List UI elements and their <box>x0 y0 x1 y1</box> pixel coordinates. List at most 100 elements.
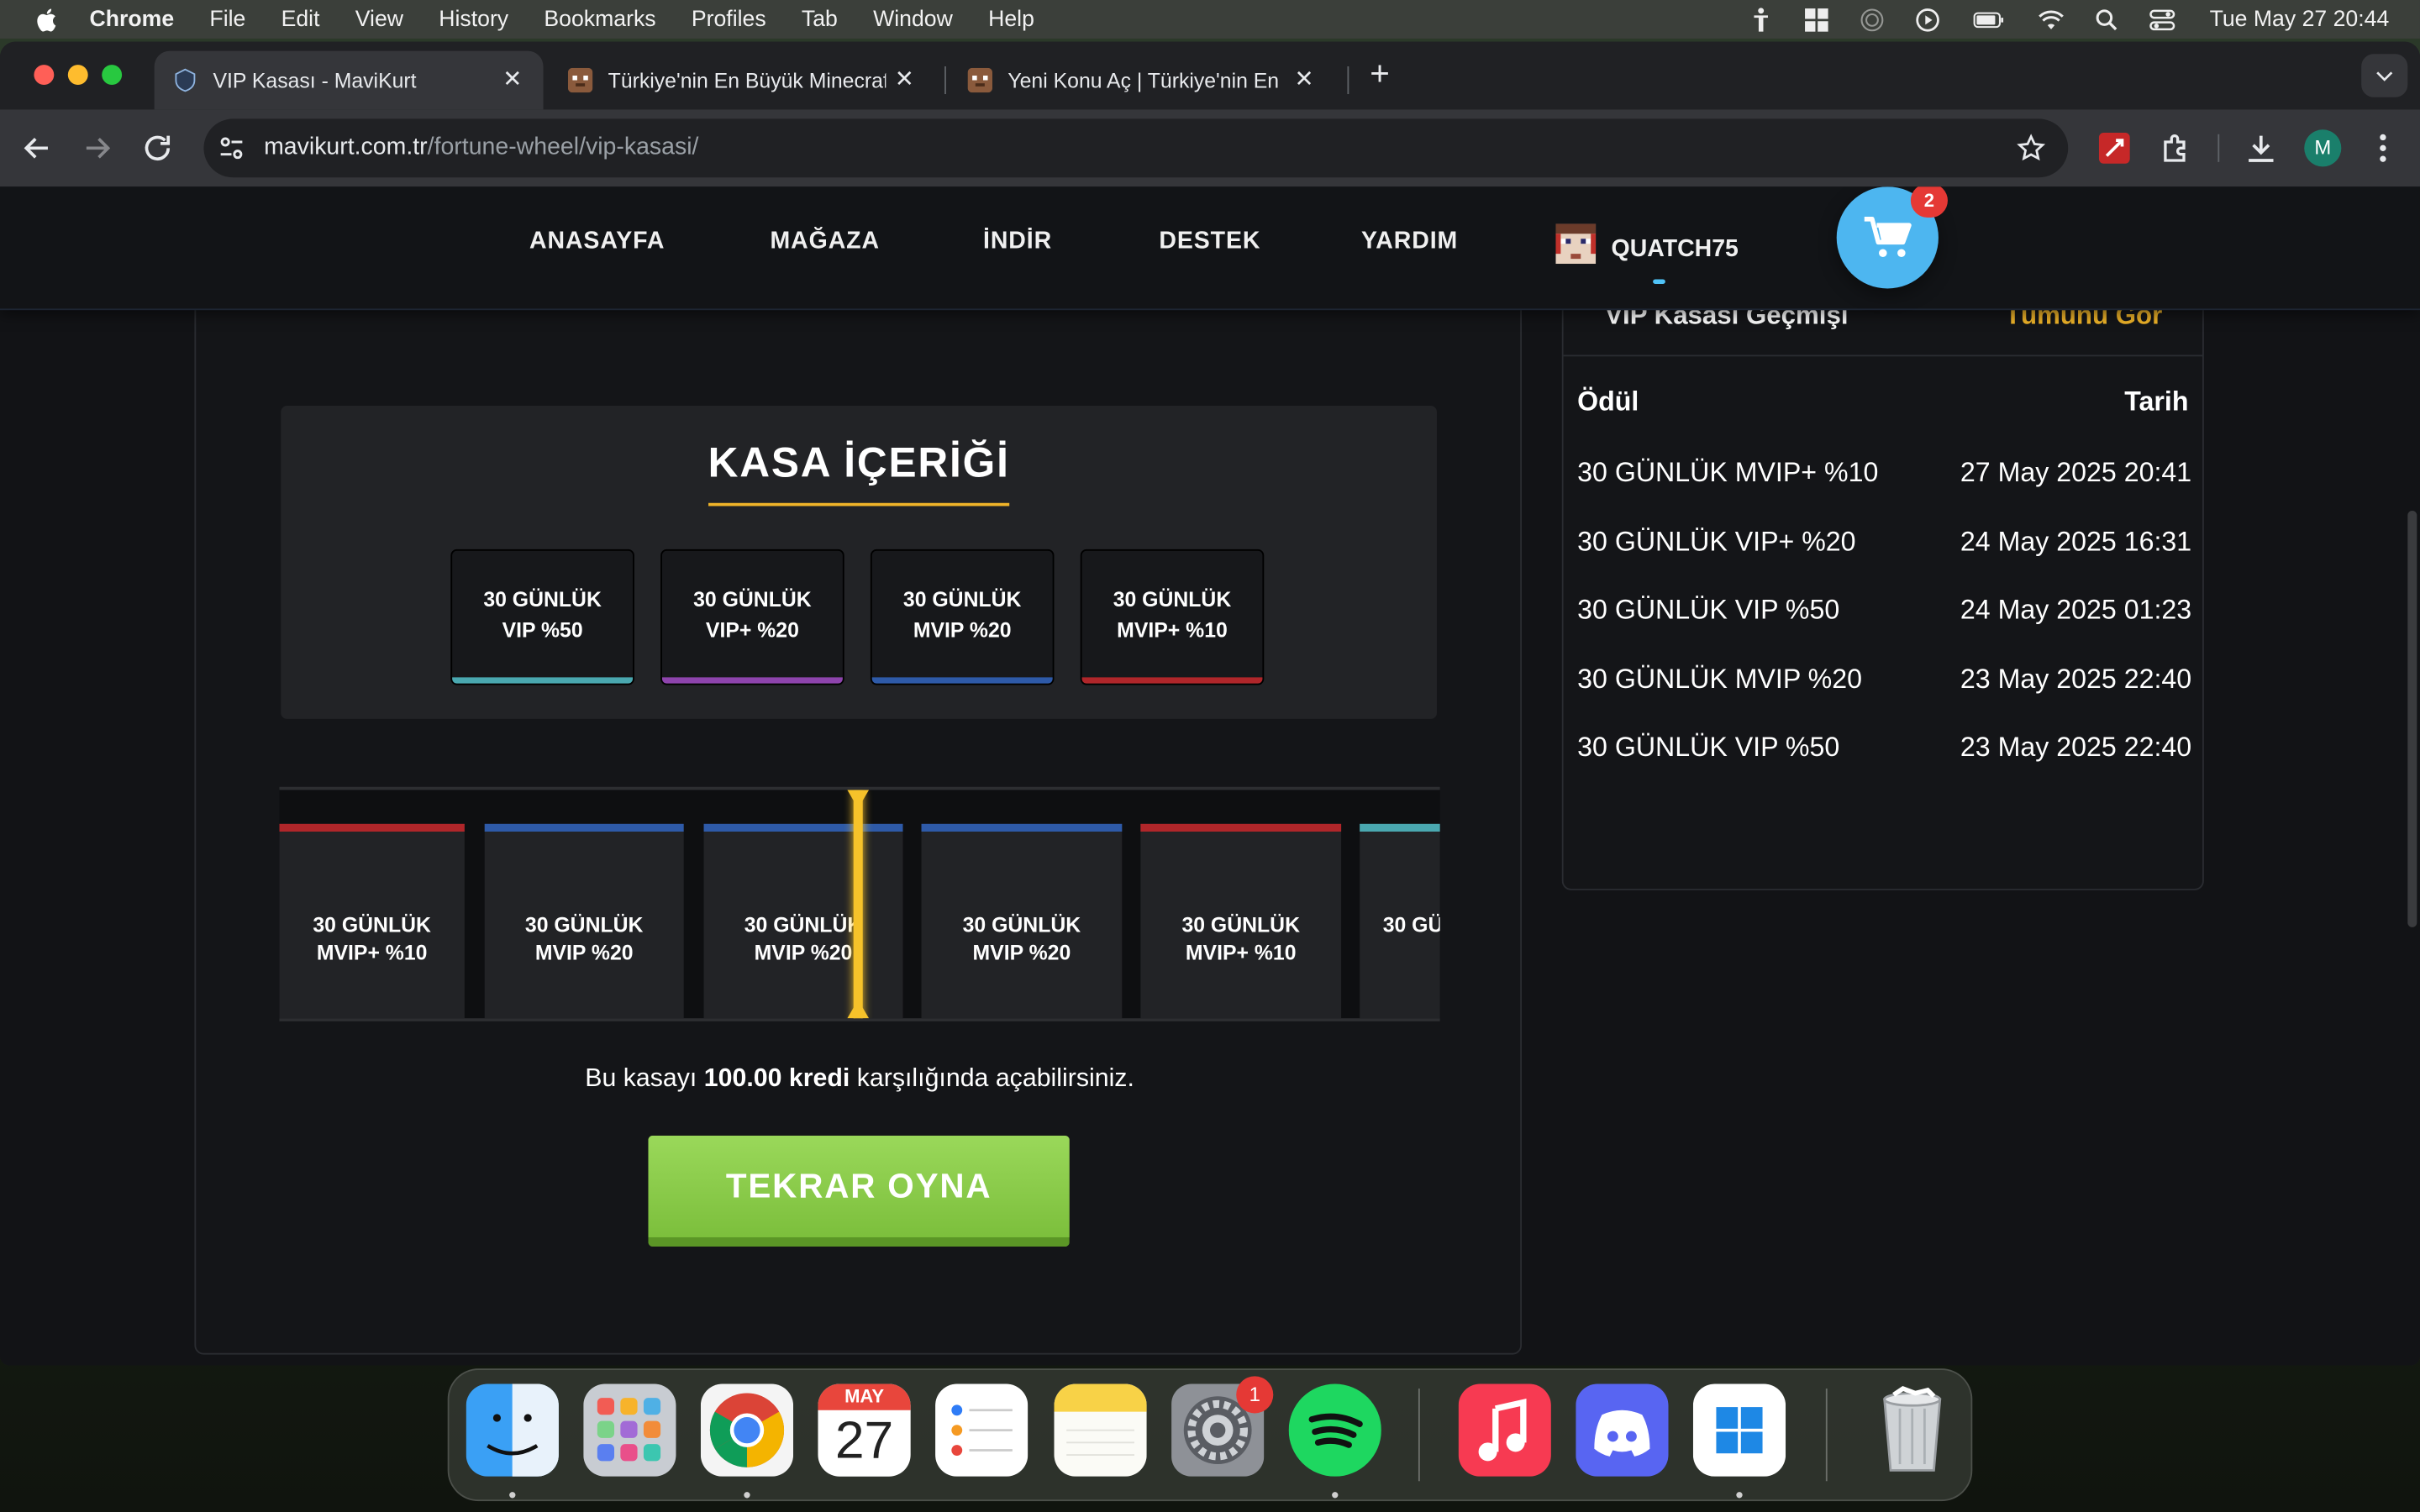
profile-avatar[interactable]: M <box>2304 129 2342 167</box>
menu-view[interactable]: View <box>355 7 403 31</box>
case-item-line1: 30 GÜNLÜK <box>902 587 1022 612</box>
toolbar-separator <box>2217 134 2220 162</box>
site-navbar: ANASAYFA MAĞAZA İNDİR DESTEK YARDIM QUAT… <box>0 186 2420 311</box>
nav-yardim[interactable]: YARDIM <box>1361 228 1458 256</box>
notes-icon[interactable] <box>1054 1383 1147 1477</box>
history-row: 30 GÜNLÜK VIP %50 24 May 2025 01:23 <box>1577 594 2191 631</box>
windows-app-icon[interactable] <box>1692 1383 1786 1477</box>
menu-help[interactable]: Help <box>988 7 1034 31</box>
tab-minecraft[interactable]: Türkiye'nin En Büyük Minecraft ✕ <box>550 51 935 110</box>
history-date: 27 May 2025 20:41 <box>1960 456 2192 488</box>
trash-icon[interactable] <box>1866 1384 1959 1477</box>
more-menu-icon[interactable] <box>2365 129 2402 166</box>
cost-amount: 100.00 kredi <box>703 1064 850 1093</box>
menu-profiles[interactable]: Profiles <box>692 7 766 31</box>
case-item: 30 GÜNLÜK VIP+ %20 <box>660 549 844 685</box>
tab-strip: VIP Kasası - MaviKurt ✕ Türkiye'nin En B… <box>0 41 2420 110</box>
tab-search-button[interactable] <box>2361 54 2408 97</box>
airdrop-icon[interactable] <box>1858 5 1886 33</box>
reel-card: 30 GÜNLÜK <box>1360 823 1440 1019</box>
music-icon[interactable] <box>1458 1383 1551 1477</box>
close-tab-icon[interactable]: ✕ <box>1292 67 1316 92</box>
case-item-line1: 30 GÜNLÜK <box>483 587 602 612</box>
forward-button[interactable] <box>79 129 116 166</box>
battery-icon[interactable] <box>1969 5 2009 33</box>
play-again-button[interactable]: TEKRAR OYNA <box>648 1135 1070 1247</box>
tab-vip-kasasi[interactable]: VIP Kasası - MaviKurt ✕ <box>154 50 544 110</box>
discord-icon[interactable] <box>1576 1383 1669 1477</box>
rarity-bar <box>484 823 684 832</box>
title-underline <box>708 502 1010 507</box>
user-menu[interactable]: QUATCH75 <box>1555 223 1739 284</box>
cost-text: Bu kasayı 100.00 kredi karşılığında açab… <box>196 1064 1523 1094</box>
tab-yeni-konu[interactable]: Yeni Konu Aç | Türkiye'nin En ✕ <box>950 51 1335 110</box>
menu-bookmarks[interactable]: Bookmarks <box>544 7 655 31</box>
bookmark-star-icon[interactable] <box>2016 133 2047 164</box>
nav-destek[interactable]: DESTEK <box>1159 228 1260 256</box>
case-contents-box: KASA İÇERİĞİ 30 GÜNLÜK VIP %50 30 GÜNLÜK… <box>281 406 1437 719</box>
menu-edit[interactable]: Edit <box>281 7 320 31</box>
case-item-line2: VIP %50 <box>502 618 583 643</box>
case-item: 30 GÜNLÜK VIP %50 <box>450 549 634 685</box>
apple-icon[interactable] <box>34 5 61 33</box>
chrome-icon[interactable] <box>700 1383 794 1477</box>
grid-app-icon[interactable] <box>1802 5 1830 33</box>
column-header-reward: Ödül <box>1577 386 1639 417</box>
arrow-right-icon <box>86 138 111 159</box>
zoom-window-button[interactable] <box>102 65 123 86</box>
reminders-icon[interactable] <box>935 1383 1028 1477</box>
finder-icon[interactable] <box>466 1383 559 1477</box>
reel-card: 30 GÜNLÜK MVIP %20 <box>921 823 1123 1019</box>
reload-icon <box>145 135 171 161</box>
dock-separator <box>1825 1389 1828 1482</box>
menu-history[interactable]: History <box>439 7 508 31</box>
page-scrollbar[interactable] <box>2407 510 2417 927</box>
close-tab-icon[interactable]: ✕ <box>892 67 917 92</box>
extension-red-icon[interactable] <box>2096 129 2133 166</box>
history-reward: 30 GÜNLÜK VIP %50 <box>1577 731 1840 763</box>
calendar-icon[interactable]: MAY 27 <box>818 1383 911 1477</box>
menu-tab[interactable]: Tab <box>802 7 838 31</box>
download-icon[interactable] <box>2243 129 2280 166</box>
nav-anasayfa[interactable]: ANASAYFA <box>529 228 665 256</box>
menu-app-name[interactable]: Chrome <box>90 7 175 31</box>
rarity-bar <box>703 823 903 832</box>
extensions-puzzle-icon[interactable] <box>2158 129 2195 166</box>
case-item-line2: MVIP %20 <box>913 618 1012 643</box>
minimize-window-button[interactable] <box>67 65 88 86</box>
spotify-icon[interactable] <box>1288 1383 1381 1477</box>
menu-window[interactable]: Window <box>873 7 953 31</box>
nav-indir[interactable]: İNDİR <box>983 228 1052 256</box>
close-window-button[interactable] <box>34 65 55 86</box>
reload-button[interactable] <box>139 129 176 166</box>
reel-card-line1: 30 GÜNLÜK <box>962 913 1081 937</box>
menu-bar: Chrome File Edit View History Bookmarks … <box>0 0 2420 39</box>
reel-card-line1: 30 GÜNLÜK <box>313 913 431 937</box>
tab-title: Yeni Konu Aç | Türkiye'nin En <box>1007 68 1280 92</box>
site-settings-icon[interactable] <box>216 133 247 164</box>
tab-title: VIP Kasası - MaviKurt <box>213 68 417 92</box>
play-circle-icon[interactable] <box>1913 5 1941 33</box>
wifi-icon[interactable] <box>2037 5 2065 33</box>
settings-badge: 1 <box>1236 1376 1274 1414</box>
launchpad-icon[interactable] <box>583 1383 676 1477</box>
accessibility-icon[interactable] <box>1747 5 1775 33</box>
reel-card-line1: 30 GÜNLÜK <box>744 913 863 937</box>
spotlight-search-icon[interactable] <box>2092 5 2120 33</box>
menu-clock[interactable]: Tue May 27 20:44 <box>2210 7 2390 31</box>
address-bar[interactable]: mavikurt.com.tr/fortune-wheel/vip-kasasi… <box>203 118 2069 178</box>
case-history-panel: VIP Kasası Geçmişi Tümünü Gör Ödül Tarih… <box>1561 279 2204 890</box>
control-center-icon[interactable] <box>2148 5 2175 33</box>
back-button[interactable] <box>18 129 55 166</box>
case-item-line2: MVIP+ %10 <box>1117 618 1228 643</box>
reel-card: 30 GÜNLÜK MVIP+ %10 <box>279 823 465 1019</box>
url-path: /fortune-wheel/vip-kasasi/ <box>427 134 699 161</box>
menu-file[interactable]: File <box>209 7 245 31</box>
window-controls <box>34 65 123 86</box>
dock: MAY 27 1 <box>447 1368 1973 1502</box>
cart-count-badge: 2 <box>1910 186 1948 218</box>
reel-pointer <box>853 790 863 1019</box>
new-tab-button[interactable]: + <box>1365 56 1396 94</box>
close-tab-icon[interactable]: ✕ <box>500 67 524 92</box>
nav-magaza[interactable]: MAĞAZA <box>771 228 880 256</box>
